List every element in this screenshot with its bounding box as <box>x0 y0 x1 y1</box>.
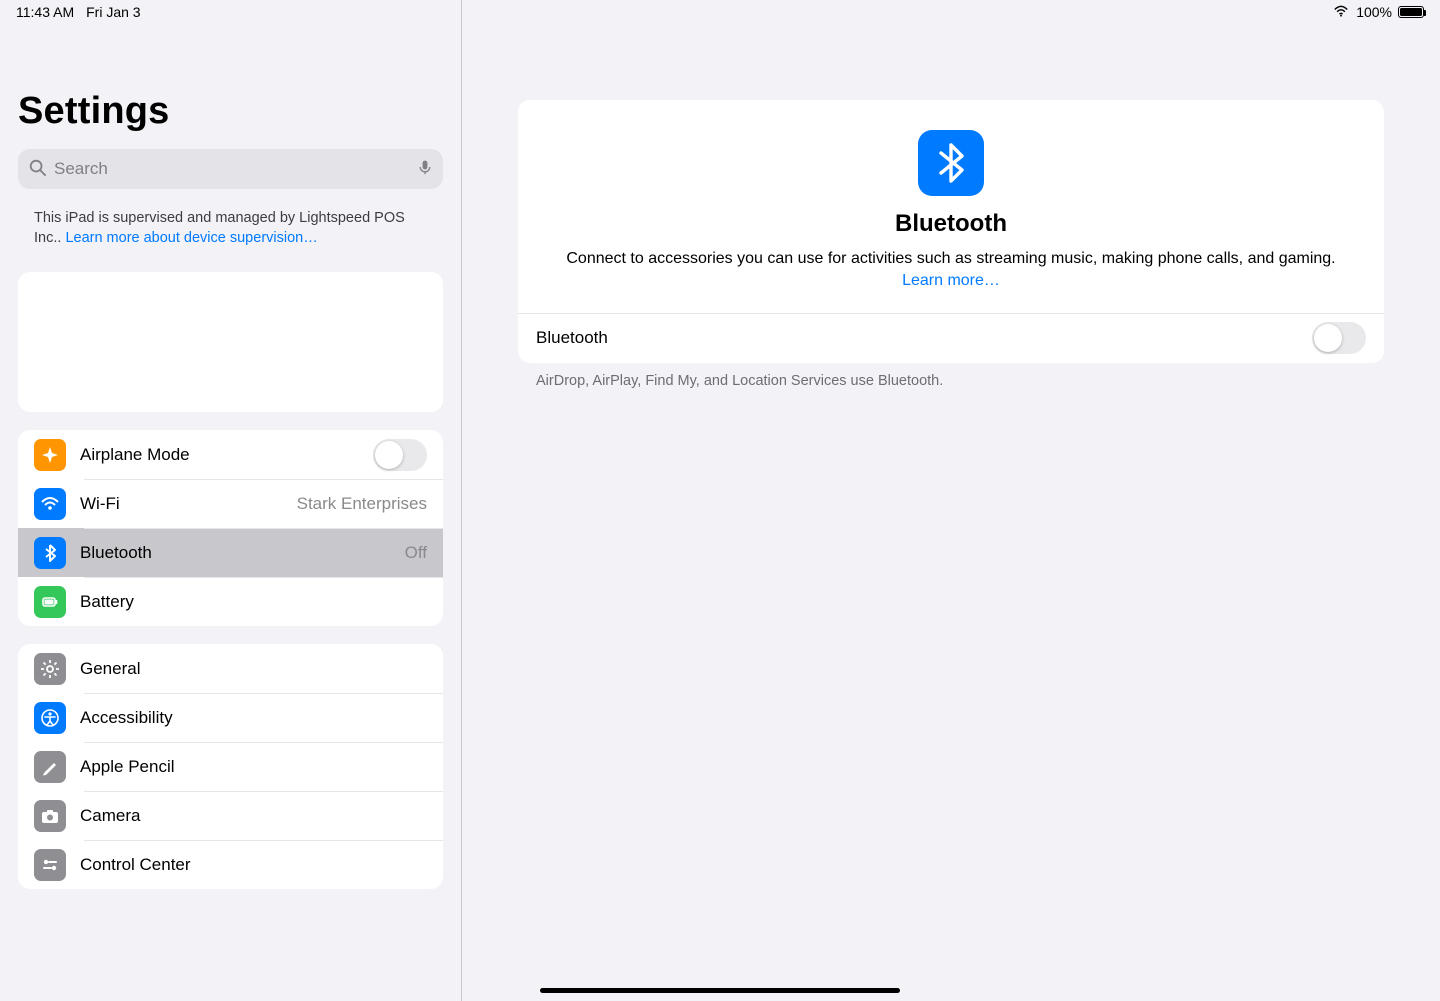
wifi-icon <box>34 488 66 520</box>
bluetooth-toggle[interactable] <box>1312 322 1366 354</box>
camera-icon <box>34 800 66 832</box>
airplane-icon <box>34 439 66 471</box>
search-icon <box>28 158 46 181</box>
sidebar-group-general: General Accessibility Apple Pencil Camera Co… <box>18 644 443 889</box>
sidebar-item-label: Bluetooth <box>80 543 391 563</box>
search-field[interactable] <box>18 149 443 189</box>
sidebar-item-label: Control Center <box>80 855 427 875</box>
sidebar-item-label: General <box>80 659 427 679</box>
sidebar-item-label: Battery <box>80 592 427 612</box>
sidebar-item-label: Wi-Fi <box>80 494 283 514</box>
bluetooth-icon <box>918 130 984 196</box>
home-indicator[interactable] <box>540 988 900 993</box>
bluetooth-card: Bluetooth Connect to accessories you can… <box>518 100 1384 363</box>
sidebar-item-value: Off <box>405 543 427 563</box>
sidebar-item-label: Airplane Mode <box>80 445 359 465</box>
pencil-icon <box>34 751 66 783</box>
detail-title: Bluetooth <box>548 210 1354 238</box>
sidebar-item-apple-pencil[interactable]: Apple Pencil <box>18 742 443 791</box>
search-input[interactable] <box>54 159 409 179</box>
status-time: 11:43 AM <box>16 4 74 20</box>
battery-icon <box>34 586 66 618</box>
bluetooth-footnote: AirDrop, AirPlay, Find My, and Location … <box>518 363 1384 399</box>
sidebar-item-label: Camera <box>80 806 427 826</box>
sidebar-item-control-center[interactable]: Control Center <box>18 840 443 889</box>
sidebar-group-connectivity: Airplane Mode Wi-Fi Stark Enterprises Bluet… <box>18 430 443 626</box>
supervision-link[interactable]: Learn more about device supervision… <box>65 230 317 246</box>
sidebar-item-airplane-mode[interactable]: Airplane Mode <box>18 430 443 479</box>
switches-icon <box>34 849 66 881</box>
supervision-notice: This iPad is supervised and managed by L… <box>0 199 461 254</box>
gear-icon <box>34 653 66 685</box>
mic-icon[interactable] <box>417 157 433 182</box>
sidebar-item-value: Stark Enterprises <box>297 494 427 514</box>
wifi-status-icon <box>1332 4 1350 21</box>
status-bar: 11:43 AM Fri Jan 3 100% <box>0 0 1440 24</box>
sidebar-item-battery[interactable]: Battery <box>18 577 443 626</box>
detail-pane: Bluetooth Connect to accessories you can… <box>462 0 1440 1001</box>
sidebar-item-camera[interactable]: Camera <box>18 791 443 840</box>
bluetooth-toggle-row[interactable]: Bluetooth <box>518 313 1384 363</box>
bluetooth-icon <box>34 537 66 569</box>
detail-subtitle: Connect to accessories you can use for a… <box>548 248 1354 293</box>
page-title: Settings <box>0 60 461 143</box>
learn-more-link[interactable]: Learn more… <box>902 272 1000 289</box>
status-date: Fri Jan 3 <box>86 4 140 20</box>
airplane-mode-toggle[interactable] <box>373 439 427 471</box>
sidebar-item-bluetooth[interactable]: Bluetooth Off <box>18 528 443 577</box>
sidebar-item-general[interactable]: General <box>18 644 443 693</box>
sidebar-item-label: Apple Pencil <box>80 757 427 777</box>
account-card-placeholder[interactable] <box>18 272 443 412</box>
access-icon <box>34 702 66 734</box>
battery-percent: 100% <box>1356 4 1392 20</box>
sidebar-item-label: Accessibility <box>80 708 427 728</box>
sidebar-item-accessibility[interactable]: Accessibility <box>18 693 443 742</box>
sidebar: Settings This iPad is supervised and man… <box>0 0 462 1001</box>
bluetooth-toggle-label: Bluetooth <box>536 328 1312 348</box>
battery-icon <box>1398 6 1424 18</box>
sidebar-item-wi-fi[interactable]: Wi-Fi Stark Enterprises <box>18 479 443 528</box>
